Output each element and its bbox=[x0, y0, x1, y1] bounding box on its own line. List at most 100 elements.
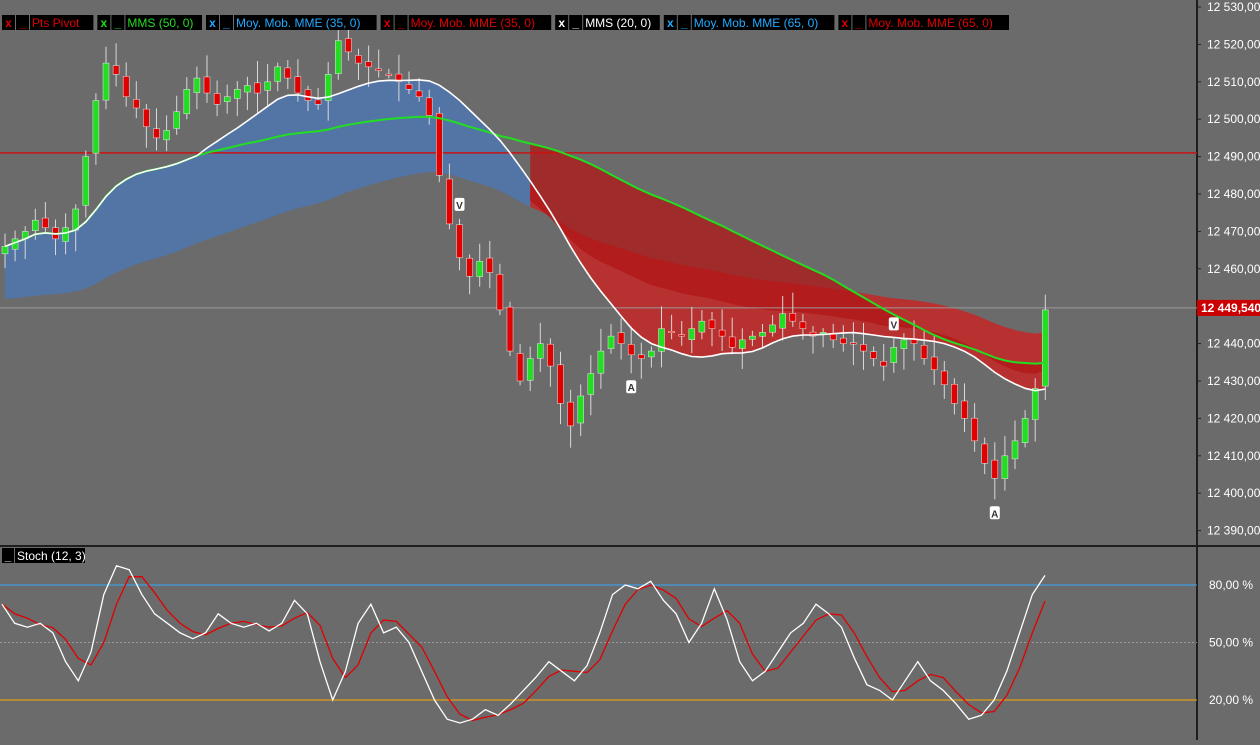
candle-body-down bbox=[203, 76, 211, 94]
candle-body-down bbox=[506, 306, 514, 352]
candle bbox=[506, 301, 514, 357]
candle-body-down bbox=[425, 97, 433, 116]
marker-label: V bbox=[890, 320, 897, 331]
candle-body-down bbox=[284, 67, 292, 79]
candle-body-down bbox=[930, 356, 938, 371]
trading-chart: V A V A 12 530,000 12 520,000 12 510,000 12 50… bbox=[0, 0, 1260, 740]
candle-body-down bbox=[516, 353, 524, 382]
close-icon[interactable]: x bbox=[101, 16, 108, 30]
candle-body-up bbox=[597, 350, 605, 374]
legend-label: Moy. Mob. MME (65, 0) bbox=[694, 16, 818, 30]
candle-body-up bbox=[183, 89, 191, 115]
legend-label: Moy. Mob. MME (35, 0) bbox=[236, 16, 360, 30]
price-tick-label: 12 480,000 bbox=[1207, 187, 1260, 201]
candle-body-down bbox=[213, 93, 221, 105]
candle-body-down bbox=[143, 108, 150, 127]
legend-item[interactable]: x _ Moy. Mob. MME (35, 0) bbox=[206, 15, 377, 30]
legend-label: MMS (50, 0) bbox=[127, 16, 193, 30]
candle-body-down bbox=[304, 89, 312, 101]
minimize-icon[interactable]: _ bbox=[397, 16, 405, 30]
candle-body-up bbox=[163, 130, 170, 141]
close-icon[interactable]: x bbox=[209, 16, 216, 30]
minimize-icon[interactable]: _ bbox=[18, 16, 26, 30]
close-icon[interactable]: x bbox=[384, 16, 391, 30]
candle-body-up bbox=[537, 343, 544, 359]
candle-body-up bbox=[587, 373, 595, 395]
legend-item[interactable]: x _ MMS (50, 0) bbox=[97, 15, 202, 30]
candle-body-down bbox=[951, 383, 958, 404]
candle-body-down bbox=[153, 128, 160, 139]
candle-body-up bbox=[1011, 440, 1019, 460]
candle-body-up bbox=[769, 324, 776, 333]
close-icon[interactable]: x bbox=[558, 16, 565, 30]
candle-body-down bbox=[557, 364, 564, 404]
candle-body-up bbox=[1, 246, 9, 255]
candle-body-up bbox=[173, 111, 180, 129]
candle-body-up bbox=[476, 261, 483, 277]
legend-item[interactable]: x _ Moy. Mob. MME (65, 0) bbox=[663, 15, 835, 30]
candle-body-up bbox=[1001, 455, 1009, 479]
minimize-icon[interactable]: _ bbox=[4, 549, 12, 563]
candle-body-up bbox=[739, 339, 746, 349]
minimize-icon[interactable]: _ bbox=[222, 16, 230, 30]
price-tick-label: 12 410,000 bbox=[1207, 449, 1260, 463]
minimize-icon[interactable]: _ bbox=[114, 16, 122, 30]
legend-item[interactable]: x _ Moy. Mob. MME (35, 0) bbox=[380, 15, 552, 30]
candle-body-up bbox=[264, 81, 271, 91]
current-price-label: 12 449,540 bbox=[1201, 301, 1260, 315]
stoch-legend-label: Stoch (12, 3) bbox=[17, 549, 86, 563]
candle-body-up bbox=[688, 328, 696, 340]
price-tick-label: 12 470,000 bbox=[1207, 224, 1260, 238]
minimize-icon[interactable]: _ bbox=[680, 16, 688, 30]
price-tick-label: 12 510,000 bbox=[1207, 75, 1260, 89]
candle-body-up bbox=[890, 347, 898, 363]
candle-body-up bbox=[32, 219, 39, 231]
close-icon[interactable]: x bbox=[667, 16, 674, 30]
candle-body-down bbox=[133, 99, 140, 109]
candle-body-up bbox=[900, 339, 908, 349]
legend-item[interactable]: x _ Moy. Mob. MME (65, 0) bbox=[838, 15, 1009, 30]
candle-body-up bbox=[759, 332, 766, 337]
candle-body-down bbox=[314, 99, 322, 105]
sell-marker: V bbox=[888, 317, 899, 331]
candle-body-up bbox=[698, 320, 706, 333]
minimize-icon[interactable]: _ bbox=[855, 16, 863, 30]
candle-body-down bbox=[961, 400, 968, 419]
close-icon[interactable]: x bbox=[5, 16, 12, 30]
candle-body-down bbox=[375, 68, 382, 71]
candle-body-up bbox=[1042, 309, 1049, 387]
candle-body-up bbox=[92, 100, 100, 154]
candle-body-down bbox=[415, 90, 423, 98]
candle-body-down bbox=[456, 224, 463, 258]
price-tick-label: 12 500,000 bbox=[1207, 112, 1260, 126]
candle-body-down bbox=[728, 336, 736, 348]
candle-body-up bbox=[335, 40, 342, 74]
minimize-icon[interactable]: _ bbox=[571, 16, 579, 30]
candle-body-down bbox=[789, 313, 797, 322]
price-tick-label: 12 490,000 bbox=[1207, 150, 1260, 164]
candle-body-down bbox=[405, 84, 413, 90]
candle-body-down bbox=[365, 61, 372, 68]
candle-body-down bbox=[446, 178, 453, 225]
buy-marker: A bbox=[989, 506, 1000, 520]
stoch-pane bbox=[0, 547, 1197, 740]
candle-body-down bbox=[617, 332, 625, 344]
candle-body-up bbox=[62, 227, 69, 242]
candle-body-down bbox=[436, 113, 443, 176]
stoch-tick-label: 20,00 % bbox=[1209, 693, 1253, 707]
close-icon[interactable]: x bbox=[842, 16, 849, 30]
candle-body-down bbox=[345, 38, 352, 53]
marker-label: A bbox=[991, 509, 998, 520]
legend-item[interactable]: x _ MMS (20, 0) bbox=[555, 15, 660, 30]
candle-body-down bbox=[496, 274, 504, 311]
candle-body-down bbox=[941, 370, 948, 385]
candle-body-down bbox=[708, 319, 716, 329]
candle-body-up bbox=[234, 89, 241, 99]
candle-body-down bbox=[981, 443, 988, 464]
candle-body-down bbox=[42, 217, 49, 228]
candle bbox=[1042, 294, 1049, 400]
price-tick-label: 12 390,000 bbox=[1207, 524, 1260, 538]
legend-label: Moy. Mob. MME (65, 0) bbox=[868, 16, 992, 30]
candle-body-down bbox=[294, 76, 302, 94]
candle-body-down bbox=[718, 329, 726, 337]
